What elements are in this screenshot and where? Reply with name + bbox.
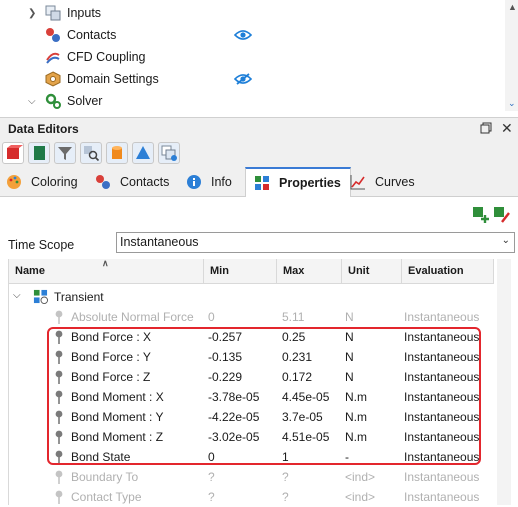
cell-evaluation: Instantaneous xyxy=(404,310,480,324)
cell-max: ? xyxy=(282,470,289,484)
grid-header: Name ∧ Min Max Unit Evaluation xyxy=(9,258,494,284)
group-label: Transient xyxy=(54,290,104,304)
tab-coloring[interactable]: Coloring xyxy=(6,167,78,196)
restore-window-icon[interactable] xyxy=(480,122,492,134)
tree-item-label: Inputs xyxy=(67,6,102,20)
tree-item-label: CFD Coupling xyxy=(67,50,146,64)
tree-item-label: Contacts xyxy=(67,28,117,42)
solver-icon xyxy=(45,93,61,109)
cell-name: Boundary To xyxy=(71,470,139,484)
properties-icon xyxy=(33,289,48,304)
table-row[interactable]: Boundary To?? <ind> Instantaneous xyxy=(9,467,494,487)
info-icon xyxy=(187,174,201,189)
column-header-min[interactable]: Min xyxy=(204,259,277,283)
table-row[interactable]: Absolute Normal Force 0 5.11 N Instantaneous xyxy=(9,307,494,327)
tab-label: Info xyxy=(211,174,232,189)
tab-contacts[interactable]: Contacts xyxy=(95,167,169,196)
tab-label: Properties xyxy=(279,176,341,190)
cone-icon xyxy=(136,146,150,159)
cell-max: ? xyxy=(282,490,289,504)
palette-icon xyxy=(7,174,21,189)
tab-info[interactable]: Info xyxy=(186,167,232,196)
eye-hidden-icon[interactable] xyxy=(234,73,252,85)
column-header-evaluation[interactable]: Evaluation xyxy=(402,259,494,283)
layers-icon xyxy=(161,145,177,161)
tree-item-label: Solver xyxy=(67,94,103,108)
cone-button[interactable] xyxy=(132,142,154,164)
tree-scrollbar[interactable]: ▲ ⌄ xyxy=(505,0,518,111)
cell-evaluation: Instantaneous xyxy=(404,490,480,504)
filter-button[interactable] xyxy=(54,142,76,164)
group-row-transient[interactable]: ⌵ Transient xyxy=(9,287,494,307)
cell-max: 5.11 xyxy=(282,310,305,324)
data-editors-toolbar xyxy=(0,139,518,167)
tree-item-domain-settings[interactable]: Domain Settings xyxy=(0,68,505,90)
cube-filter-button[interactable] xyxy=(2,142,24,164)
domain-settings-icon xyxy=(45,71,61,87)
data-editors-header: Data Editors ✕ xyxy=(0,117,518,140)
column-header-max[interactable]: Max xyxy=(277,259,342,283)
edit-property-icon[interactable] xyxy=(494,207,510,223)
chevron-down-icon[interactable]: ⌄ xyxy=(502,235,510,246)
chevron-down-icon[interactable]: ⌵ xyxy=(28,96,36,107)
panel-title: Data Editors xyxy=(8,122,79,136)
cell-min: ? xyxy=(208,490,215,504)
highlight-box xyxy=(47,327,481,465)
add-property-icon[interactable] xyxy=(473,207,489,223)
cell-min: 0 xyxy=(208,310,215,324)
tab-properties[interactable]: Properties xyxy=(245,167,351,197)
scroll-down-icon[interactable]: ⌄ xyxy=(508,98,516,109)
cell-unit: N xyxy=(345,310,354,324)
scroll-up-icon[interactable]: ▲ xyxy=(508,2,517,12)
search-grid-button[interactable] xyxy=(80,142,102,164)
cube-icon xyxy=(7,145,23,159)
time-scope-select[interactable]: Instantaneous ⌄ xyxy=(116,232,515,253)
tree-item-solver[interactable]: ⌵ Solver xyxy=(0,90,505,112)
eye-icon[interactable] xyxy=(234,29,252,41)
cell-unit: <ind> xyxy=(345,470,376,484)
book-filter-button[interactable] xyxy=(28,142,50,164)
contacts-icon xyxy=(46,28,60,42)
cylinder-button[interactable] xyxy=(106,142,128,164)
contacts-icon xyxy=(96,174,110,189)
time-scope-value: Instantaneous xyxy=(120,235,199,249)
search-icon xyxy=(84,146,100,162)
pin-icon xyxy=(55,490,63,504)
data-editors-tabs: Coloring Contacts Info Properties Curves xyxy=(0,167,518,197)
tab-label: Curves xyxy=(375,174,415,189)
chevron-down-icon[interactable]: ⌵ xyxy=(13,290,21,301)
close-icon[interactable]: ✕ xyxy=(501,120,513,137)
tree-item-inputs[interactable]: ❯ Inputs xyxy=(0,2,505,24)
tree-item-label: Domain Settings xyxy=(67,72,159,86)
tab-label: Coloring xyxy=(31,174,78,189)
sort-ascending-icon: ∧ xyxy=(102,258,109,268)
model-tree: ❯ Inputs Contacts CFD Coupling Domain Se… xyxy=(0,0,518,111)
pin-icon xyxy=(55,310,63,324)
inputs-icon xyxy=(45,5,61,21)
book-icon xyxy=(34,146,45,160)
time-scope-label: Time Scope xyxy=(8,238,75,252)
cell-name: Contact Type xyxy=(71,490,142,504)
cylinder-icon xyxy=(112,146,122,159)
tree-item-cfd-coupling[interactable]: CFD Coupling xyxy=(0,46,505,68)
pin-icon xyxy=(55,470,63,484)
tab-curves[interactable]: Curves xyxy=(350,167,415,196)
cfd-coupling-icon xyxy=(46,52,60,64)
cell-min: ? xyxy=(208,470,215,484)
multi-select-button[interactable] xyxy=(158,142,180,164)
grid-scrollbar[interactable] xyxy=(497,259,511,505)
tree-item-contacts[interactable]: Contacts xyxy=(0,24,505,46)
tab-label: Contacts xyxy=(120,174,170,189)
properties-icon xyxy=(255,176,269,190)
curves-icon xyxy=(350,174,365,189)
cell-evaluation: Instantaneous xyxy=(404,470,480,484)
column-header-name[interactable]: Name ∧ xyxy=(9,258,204,283)
chevron-right-icon[interactable]: ❯ xyxy=(28,8,36,19)
funnel-icon xyxy=(58,147,72,160)
column-header-unit[interactable]: Unit xyxy=(342,259,402,283)
table-row[interactable]: Contact Type?? <ind> Instantaneous xyxy=(9,487,494,507)
cell-unit: <ind> xyxy=(345,490,376,504)
cell-name: Absolute Normal Force xyxy=(71,310,194,324)
